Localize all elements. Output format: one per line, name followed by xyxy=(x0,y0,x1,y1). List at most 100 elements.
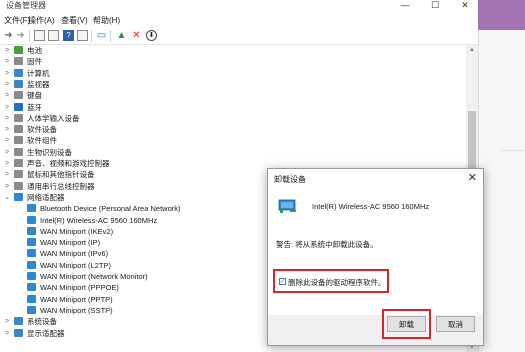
menu-file[interactable]: 文件(F) xyxy=(4,15,30,26)
expand-icon[interactable]: > xyxy=(3,79,11,90)
tree-category[interactable]: > 生物识别设备 xyxy=(0,147,460,158)
network-adapter-icon xyxy=(27,305,36,314)
close-button[interactable]: ✕ xyxy=(450,0,480,12)
collapse-icon[interactable]: ⌄ xyxy=(3,192,11,203)
dialog-warning: 警告: 将从系统中卸载此设备。 xyxy=(276,240,378,249)
network-adapter-icon xyxy=(27,226,36,235)
forward-icon[interactable]: ➜ xyxy=(15,30,26,41)
delete-driver-checkbox[interactable]: ✓ xyxy=(279,278,286,285)
keyboard-icon xyxy=(14,91,23,100)
tree-item-label: WAN Miniport (PPPOE) xyxy=(40,283,119,293)
expand-icon[interactable]: > xyxy=(3,113,11,124)
software-device-icon xyxy=(14,125,23,134)
tree-item-label: WAN Miniport (IP) xyxy=(40,238,101,248)
tree-item-label: 软件设备 xyxy=(27,125,57,135)
menu-help[interactable]: 帮助(H) xyxy=(93,15,120,26)
dialog-close-icon[interactable]: ✕ xyxy=(468,171,477,184)
tree-item-label: WAN Miniport (Network Monitor) xyxy=(40,272,148,281)
properties-icon[interactable] xyxy=(34,30,45,41)
tree-item-label: Bluetooth Device (Personal Area Network) xyxy=(40,204,181,214)
network-adapter-icon xyxy=(27,294,36,303)
tree-item-label: 固件 xyxy=(27,57,42,67)
expand-icon[interactable]: > xyxy=(3,181,11,192)
toolbar-separator xyxy=(110,30,111,42)
network-adapter-icon xyxy=(27,249,36,258)
toolbar-separator xyxy=(29,30,30,42)
expand-icon[interactable]: > xyxy=(3,68,11,79)
add-driver-icon[interactable]: ▲ xyxy=(116,30,127,41)
tree-category[interactable]: > 人体学输入设备 xyxy=(0,113,460,124)
cancel-button[interactable]: 取消 xyxy=(436,316,475,332)
system-device-icon xyxy=(14,317,23,326)
network-adapter-icon xyxy=(27,260,36,269)
help-icon[interactable]: ? xyxy=(63,30,74,41)
tree-item-label: WAN Miniport (PPTP) xyxy=(40,294,113,304)
background-divider xyxy=(500,150,525,151)
tree-category[interactable]: > 电池 xyxy=(0,45,460,56)
network-adapter-icon xyxy=(27,283,36,292)
maximize-button[interactable]: ☐ xyxy=(420,0,450,12)
tree-category[interactable]: > 软件设备 xyxy=(0,124,460,135)
expand-icon[interactable]: > xyxy=(3,45,11,56)
tree-item-label: 计算机 xyxy=(27,68,50,78)
tree-item-label: 声音、视频和游戏控制器 xyxy=(27,159,110,168)
monitor-icon[interactable]: ▭ xyxy=(96,30,107,41)
scroll-up-icon[interactable]: ▲ xyxy=(468,47,476,53)
speaker-icon xyxy=(14,159,23,167)
toolbar: ➜ ➜ ? ▭ ▲ ✕ ⬇ xyxy=(0,28,480,45)
uninstall-x-icon[interactable]: ✕ xyxy=(131,30,142,41)
toolbar-separator xyxy=(91,30,92,42)
tree-item-label: 通用串行总线控制器 xyxy=(27,181,95,191)
background-window xyxy=(478,30,525,352)
tree-category[interactable]: > 固件 xyxy=(0,56,460,67)
background-window-accent xyxy=(478,0,525,30)
expand-icon[interactable]: > xyxy=(3,56,11,67)
network-adapter-icon xyxy=(14,192,23,201)
network-adapter-icon xyxy=(278,199,296,213)
computer-icon xyxy=(14,68,23,77)
uninstall-button[interactable]: 卸载 xyxy=(387,316,426,332)
window-title: 设备管理器 xyxy=(6,1,46,10)
update-driver-icon[interactable] xyxy=(77,30,88,41)
expand-icon[interactable]: > xyxy=(3,90,11,101)
back-icon[interactable]: ➜ xyxy=(3,30,14,41)
expand-icon[interactable]: > xyxy=(3,158,11,169)
download-icon[interactable]: ⬇ xyxy=(146,30,157,41)
tree-item-label: Intel(R) Wireless-AC 9560 160MHz xyxy=(40,215,158,225)
tree-category[interactable]: > 监视器 xyxy=(0,79,460,90)
delete-driver-label[interactable]: 删除此设备的驱动程序软件。 xyxy=(288,277,386,288)
tree-item-label: 电池 xyxy=(27,46,42,55)
expand-icon[interactable]: > xyxy=(3,135,11,146)
menu-action[interactable]: 操作(A) xyxy=(28,15,55,26)
tree-item-label: 显示适配器 xyxy=(27,328,65,338)
minimize-button[interactable]: — xyxy=(390,0,420,12)
title-bar: 设备管理器 — ☐ ✕ xyxy=(0,0,480,12)
expand-icon[interactable]: > xyxy=(3,316,11,327)
show-hidden-icon[interactable] xyxy=(48,30,59,41)
tree-category[interactable]: > 软件组件 xyxy=(0,135,460,146)
tree-item-label: WAN Miniport (L2TP) xyxy=(40,260,111,270)
expand-icon[interactable]: > xyxy=(3,147,11,158)
network-adapter-icon xyxy=(27,238,36,247)
checkbox-highlight: ✓ 删除此设备的驱动程序软件。 xyxy=(273,269,389,293)
display-adapter-icon xyxy=(14,328,23,337)
hid-icon xyxy=(14,113,23,122)
expand-icon[interactable]: > xyxy=(3,102,11,113)
firmware-icon xyxy=(14,57,23,66)
expand-icon[interactable]: > xyxy=(3,328,11,339)
tree-category[interactable]: > 蓝牙 xyxy=(0,102,460,113)
tree-category[interactable]: > 键盘 xyxy=(0,90,460,101)
tree-item-label: WAN Miniport (IPv6) xyxy=(40,249,109,259)
biometric-icon xyxy=(14,147,23,156)
network-adapter-icon xyxy=(27,272,36,280)
tree-item-label: 鼠标和其他指针设备 xyxy=(27,170,95,180)
tree-item-label: WAN Miniport (SSTP) xyxy=(40,305,113,315)
tree-item-label: 监视器 xyxy=(27,79,50,89)
menu-view[interactable]: 查看(V) xyxy=(61,15,88,26)
expand-icon[interactable]: > xyxy=(3,124,11,135)
tree-item-label: 蓝牙 xyxy=(27,102,42,112)
tree-category[interactable]: > 计算机 xyxy=(0,68,460,79)
tree-item-label: 网络适配器 xyxy=(27,192,65,202)
tree-item-label: 生物识别设备 xyxy=(27,147,72,157)
expand-icon[interactable]: > xyxy=(3,169,11,180)
